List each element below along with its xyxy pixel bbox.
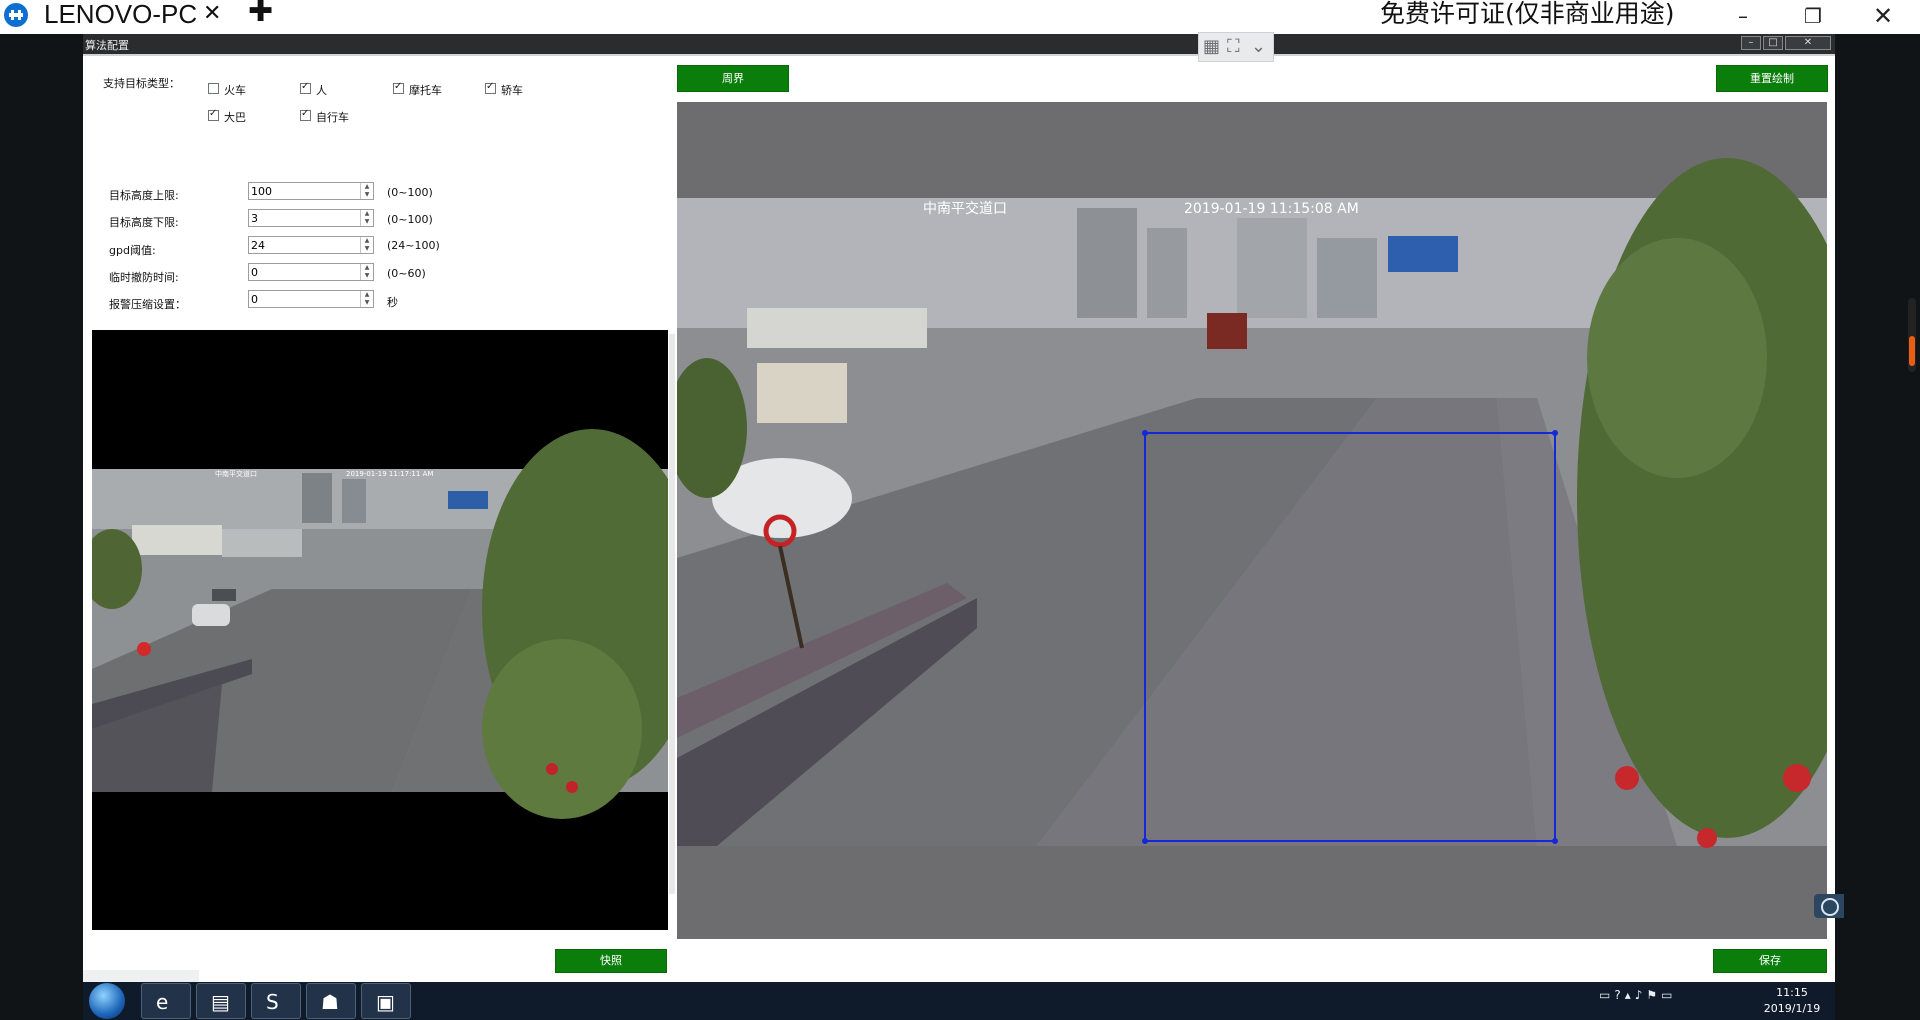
checkbox-motorcycle[interactable] <box>393 81 404 94</box>
param-label-height-max: 目标高度上限: <box>109 189 179 202</box>
snapshot-frame: 中南平交道口 2019-01-19 11:17:11 AM <box>92 330 668 930</box>
roi-handle-top-right[interactable] <box>1552 430 1558 436</box>
alarm-compress-spinbox[interactable]: ▲▼ <box>248 290 374 308</box>
app-title: 算法配置 <box>85 39 129 52</box>
height-min-input[interactable] <box>249 210 363 226</box>
session-tab-title: LENOVO-PC <box>44 0 198 29</box>
app-minimize-button[interactable]: – <box>1741 36 1761 50</box>
height-min-spin-arrows[interactable]: ▲ ▼ <box>360 210 373 226</box>
checkbox-train[interactable] <box>208 83 219 94</box>
param-label-disarm-time: 临时撤防时间: <box>109 271 179 284</box>
checkbox-person-label: 人 <box>316 84 327 97</box>
gpd-threshold-range: (24~100) <box>387 239 440 252</box>
remote-taskbar: e ▤ S ☗ ▣ ▭?▴♪⚑▭ 11:15 2019/1/19 <box>83 982 1835 1020</box>
alarm-compress-spin-arrows[interactable]: ▲ ▼ <box>360 291 373 307</box>
titlebar-divider <box>83 54 1835 56</box>
checkbox-bus-label: 大巴 <box>224 111 246 124</box>
perimeter-drawing-canvas[interactable]: 中南平交道口 2019-01-19 11:15:08 AM <box>677 102 1827 939</box>
app-close-button[interactable]: ✕ <box>1785 36 1831 50</box>
checkbox-person[interactable] <box>300 81 311 94</box>
session-side-scroll-handle[interactable] <box>1908 298 1916 372</box>
window-icon[interactable]: ▣ <box>361 983 411 1019</box>
alarm-compress-input[interactable] <box>249 291 363 307</box>
gpd-threshold-spin-arrows[interactable]: ▲ ▼ <box>360 237 373 253</box>
height-max-input[interactable] <box>249 183 363 199</box>
clock-date[interactable]: 2019/1/19 <box>1757 1002 1827 1015</box>
fullscreen-icon[interactable]: ⛶ <box>1227 36 1240 58</box>
reset-draw-button[interactable]: 重置绘制 <box>1716 65 1828 92</box>
height-min-spinbox[interactable]: ▲▼ <box>248 209 374 227</box>
checkbox-motorcycle-label: 摩托车 <box>409 84 442 97</box>
disarm-time-input[interactable] <box>249 264 363 280</box>
disarm-time-spinbox[interactable]: ▲▼ <box>248 263 374 281</box>
disarm-time-spin-arrows[interactable]: ▲ ▼ <box>360 264 373 280</box>
close-tab-icon[interactable]: ✕ <box>203 0 221 28</box>
teamviewer-panel-icon[interactable] <box>1814 894 1844 918</box>
gpd-threshold-spinbox[interactable]: ▲▼ <box>248 236 374 254</box>
roi-handle-top-left[interactable] <box>1142 430 1148 436</box>
license-notice: 免费许可证(仅非商业用途) <box>1380 0 1675 28</box>
checkbox-train-label: 火车 <box>224 84 246 97</box>
desktop-strip <box>83 970 199 982</box>
height-min-range: (0~100) <box>387 213 433 226</box>
param-label-gpd-threshold: gpd阈值: <box>109 244 156 257</box>
live-osd-time: 2019-01-19 11:15:08 AM <box>1184 201 1359 217</box>
close-window-button[interactable]: ✕ <box>1858 0 1908 32</box>
snapshot-osd-name: 中南平交道口 <box>215 469 257 478</box>
live-osd-name: 中南平交道口 <box>923 200 1007 217</box>
chevron-down-icon[interactable]: ⌄ <box>1251 36 1266 58</box>
system-tray[interactable]: ▭?▴♪⚑▭ <box>1599 988 1749 1014</box>
alarm-compress-unit: 秒 <box>387 296 398 309</box>
app-maximize-button[interactable]: □ <box>1763 36 1783 50</box>
snapshot-button[interactable]: 快照 <box>555 949 667 973</box>
param-label-height-min: 目标高度下限: <box>109 216 179 229</box>
ie-icon[interactable]: e <box>141 983 191 1019</box>
sogou-icon[interactable]: S <box>251 983 301 1019</box>
grid-icon[interactable]: ▦ <box>1203 36 1220 58</box>
clock-time[interactable]: 11:15 <box>1757 986 1827 999</box>
snapshot-osd-time: 2019-01-19 11:17:11 AM <box>346 470 433 478</box>
perimeter-button[interactable]: 周界 <box>677 65 789 92</box>
disarm-time-range: (0~60) <box>387 267 426 280</box>
session-tab[interactable]: LENOVO-PC ✕ <box>0 0 228 34</box>
session-mini-toolbar: ▦ ⛶ ⌄ <box>1198 32 1274 62</box>
height-max-range: (0~100) <box>387 186 433 199</box>
minimize-button[interactable]: – <box>1718 0 1768 32</box>
add-tab-icon[interactable]: ✚ <box>248 0 273 27</box>
live-video-frame: 中南平交道口 2019-01-19 11:15:08 AM <box>677 102 1827 939</box>
algorithm-config-window: 算法配置 – □ ✕ 支持目标类型： 火车 人 摩托车 轿车 大巴 自行车 目标… <box>83 34 1835 982</box>
checkbox-car-label: 轿车 <box>501 84 523 97</box>
param-label-alarm-compress: 报警压缩设置： <box>109 298 186 311</box>
winrar-icon[interactable]: ▤ <box>196 983 246 1019</box>
checkbox-car[interactable] <box>485 81 496 94</box>
checkbox-bus[interactable] <box>208 108 219 121</box>
restore-button[interactable]: ❐ <box>1788 0 1838 32</box>
start-button-icon[interactable] <box>89 983 125 1019</box>
app-titlebar: 算法配置 – □ ✕ <box>83 34 1835 54</box>
checkbox-bicycle-label: 自行车 <box>316 111 349 124</box>
teamviewer-logo-icon <box>4 3 28 27</box>
gpd-threshold-input[interactable] <box>249 237 363 253</box>
height-max-spinbox[interactable]: ▲▼ <box>248 182 374 200</box>
network-icon[interactable]: ☗ <box>306 983 356 1019</box>
roi-handle-bottom-left[interactable] <box>1142 838 1148 844</box>
height-max-spin-arrows[interactable]: ▲ ▼ <box>360 183 373 199</box>
save-button[interactable]: 保存 <box>1713 949 1827 973</box>
target-types-label: 支持目标类型： <box>103 77 180 90</box>
snapshot-preview: 中南平交道口 2019-01-19 11:17:11 AM <box>92 330 668 930</box>
panel-divider <box>669 334 675 894</box>
session-toolbar: LENOVO-PC ✕ ✚ 免费许可证(仅非商业用途) – ❐ ✕ <box>0 0 1920 34</box>
roi-handle-bottom-right[interactable] <box>1552 838 1558 844</box>
checkbox-bicycle[interactable] <box>300 108 311 121</box>
